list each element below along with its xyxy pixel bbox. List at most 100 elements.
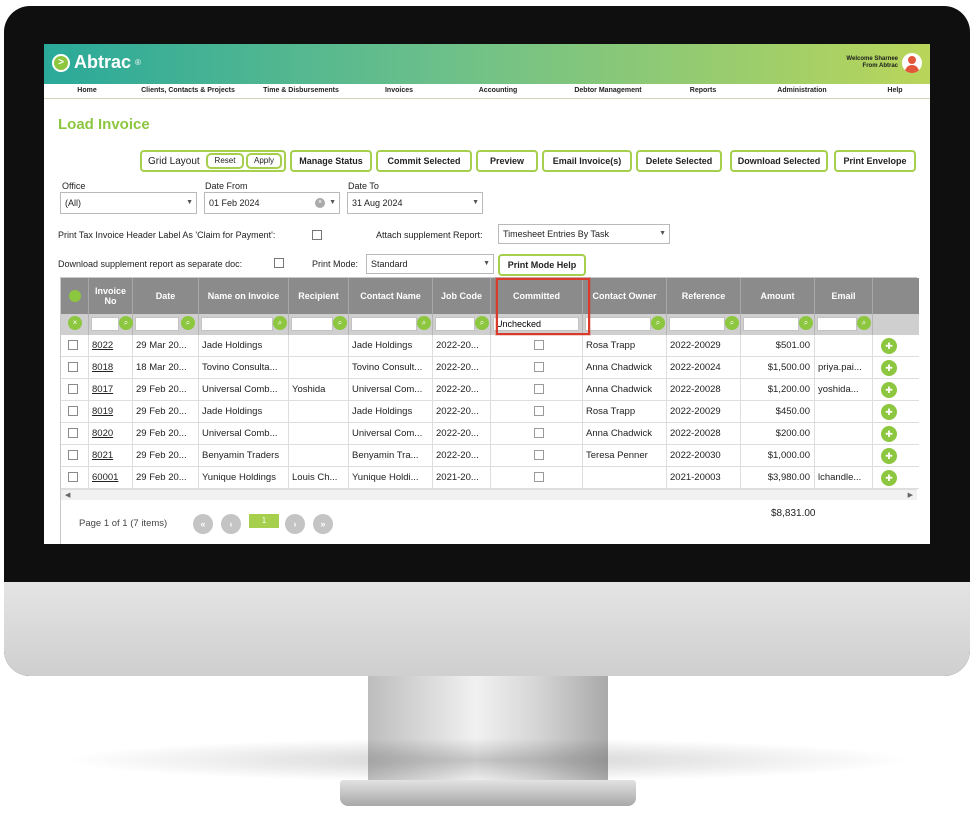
invoice-no-link[interactable]: 8020 [89,423,133,444]
filter-input[interactable] [201,317,273,331]
date-from-input[interactable]: 01 Feb 2024 × ▼ [204,192,340,214]
clear-icon[interactable]: × [315,198,325,208]
row-checkbox[interactable] [68,428,78,438]
clear-filter-icon[interactable]: × [68,316,82,330]
search-icon[interactable]: ⌕ [119,316,133,330]
nav-home[interactable]: Home [44,84,130,98]
scroll-left-icon[interactable]: ◀ [65,491,70,499]
reset-button[interactable]: Reset [206,153,244,169]
nav-reports[interactable]: Reports [662,84,744,98]
search-icon[interactable]: ⌕ [651,316,665,330]
filter-input[interactable] [435,317,475,331]
row-checkbox[interactable] [68,406,78,416]
invoice-no-link[interactable]: 8019 [89,401,133,422]
search-icon[interactable]: ⌕ [857,316,871,330]
filter-input[interactable] [351,317,417,331]
logo[interactable]: > Abtrac ® [52,52,141,73]
date-to-input[interactable]: 31 Aug 2024 ▼ [347,192,483,214]
row-action-icon[interactable]: ✚ [881,470,897,486]
search-icon[interactable]: ⌕ [475,316,489,330]
filter-input[interactable] [585,317,651,331]
table-row[interactable]: 8020 29 Feb 20... Universal Comb... Univers… [61,423,919,445]
search-icon[interactable]: ⌕ [181,316,195,330]
attach-supplement-select[interactable]: Timesheet Entries By Task ▼ [498,224,670,244]
print-mode-help-button[interactable]: Print Mode Help [498,254,586,276]
email-invoices-button[interactable]: Email Invoice(s) [542,150,632,172]
search-icon[interactable]: ⌕ [417,316,431,330]
prev-page-icon[interactable]: ‹ [221,514,241,534]
filter-input[interactable] [291,317,333,331]
download-selected-button[interactable]: Download Selected [730,150,828,172]
office-select[interactable]: (All) ▼ [60,192,197,214]
print-tax-checkbox[interactable] [312,230,322,240]
invoice-no-link[interactable]: 60001 [89,467,133,488]
scroll-right-icon[interactable]: ▶ [908,491,913,499]
row-checkbox[interactable] [68,362,78,372]
invoice-no-link[interactable]: 8018 [89,357,133,378]
search-icon[interactable]: ⌕ [799,316,813,330]
invoice-no-link[interactable]: 8022 [89,335,133,356]
print-envelope-button[interactable]: Print Envelope [834,150,916,172]
table-row[interactable]: 8018 18 Mar 20... Tovino Consulta... Tovino… [61,357,919,379]
row-action-icon[interactable]: ✚ [881,448,897,464]
committed-checkbox[interactable] [534,362,544,372]
download-separate-checkbox[interactable] [274,258,284,268]
search-icon[interactable]: ⌕ [725,316,739,330]
apply-button[interactable]: Apply [246,153,282,169]
row-checkbox[interactable] [68,450,78,460]
current-page[interactable]: 1 [249,514,279,528]
filter-input[interactable] [135,317,179,331]
col-recipient[interactable]: Recipient [289,278,349,314]
row-action-icon[interactable]: ✚ [881,426,897,442]
user-avatar-icon[interactable] [902,53,922,73]
first-page-icon[interactable]: « [193,514,213,534]
select-all-icon[interactable] [61,278,89,314]
row-action-icon[interactable]: ✚ [881,360,897,376]
search-icon[interactable]: ⌕ [273,316,287,330]
filter-input[interactable] [817,317,857,331]
search-icon[interactable]: ⌕ [333,316,347,330]
committed-checkbox[interactable] [534,384,544,394]
filter-input[interactable] [669,317,725,331]
table-row[interactable]: 60001 29 Feb 20... Yunique Holdings Louis C… [61,467,919,489]
invoice-no-link[interactable]: 8017 [89,379,133,400]
col-contact-name[interactable]: Contact Name [349,278,433,314]
invoice-no-link[interactable]: 8021 [89,445,133,466]
delete-selected-button[interactable]: Delete Selected [636,150,722,172]
col-contact-owner[interactable]: Contact Owner [583,278,667,314]
col-amount[interactable]: Amount [741,278,815,314]
nav-invoices[interactable]: Invoices [356,84,442,98]
committed-checkbox[interactable] [534,340,544,350]
col-date[interactable]: Date [133,278,199,314]
table-row[interactable]: 8021 29 Feb 20... Benyamin Traders Benyamin… [61,445,919,467]
commit-selected-button[interactable]: Commit Selected [376,150,472,172]
chevron-down-icon[interactable]: ▼ [472,193,479,213]
chevron-down-icon[interactable]: ▼ [329,193,336,213]
filter-input[interactable] [743,317,799,331]
table-row[interactable]: 8019 29 Feb 20... Jade Holdings Jade Holdin… [61,401,919,423]
horizontal-scrollbar[interactable]: ◀ ▶ [61,489,917,500]
col-email[interactable]: Email [815,278,873,314]
row-action-icon[interactable]: ✚ [881,404,897,420]
committed-checkbox[interactable] [534,472,544,482]
preview-button[interactable]: Preview [476,150,538,172]
nav-accounting[interactable]: Accounting [442,84,554,98]
col-invoice-no[interactable]: Invoice No [89,278,133,314]
col-job-code[interactable]: Job Code [433,278,491,314]
committed-checkbox[interactable] [534,450,544,460]
nav-clients[interactable]: Clients, Contacts & Projects [130,84,246,98]
row-action-icon[interactable]: ✚ [881,338,897,354]
row-action-icon[interactable]: ✚ [881,382,897,398]
row-checkbox[interactable] [68,384,78,394]
table-row[interactable]: 8022 29 Mar 20... Jade Holdings Jade Holdin… [61,335,919,357]
col-name-on-invoice[interactable]: Name on Invoice [199,278,289,314]
table-row[interactable]: 8017 29 Feb 20... Universal Comb... Yoshida… [61,379,919,401]
last-page-icon[interactable]: » [313,514,333,534]
col-reference[interactable]: Reference [667,278,741,314]
row-checkbox[interactable] [68,472,78,482]
nav-time[interactable]: Time & Disbursements [246,84,356,98]
committed-checkbox[interactable] [534,428,544,438]
filter-input[interactable] [91,317,119,331]
row-checkbox[interactable] [68,340,78,350]
manage-status-button[interactable]: Manage Status [290,150,372,172]
